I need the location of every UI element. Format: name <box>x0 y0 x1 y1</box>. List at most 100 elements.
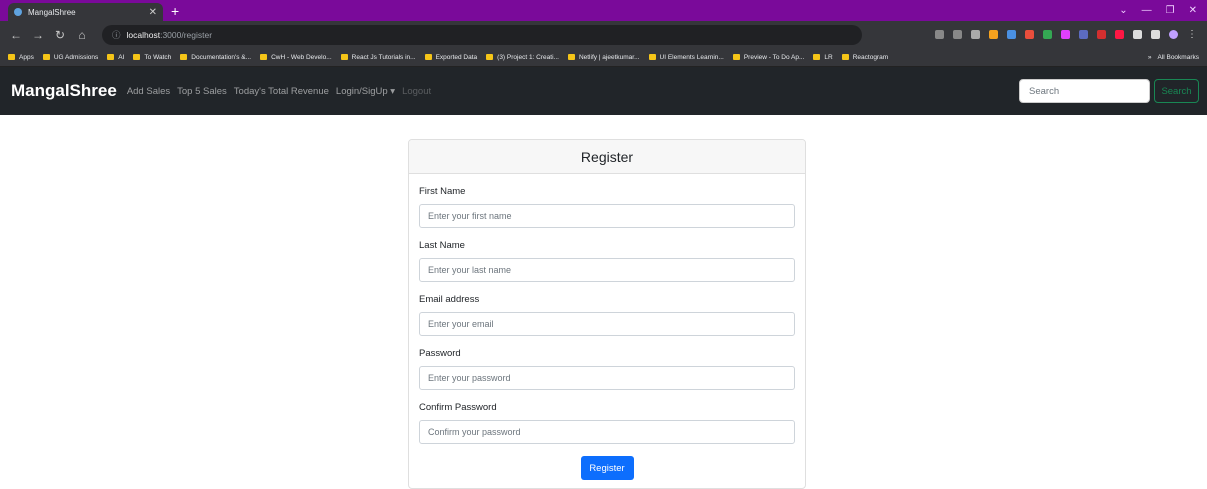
back-icon[interactable]: ← <box>10 28 22 42</box>
extension-icon[interactable] <box>1097 30 1106 39</box>
extension-icon[interactable] <box>1043 30 1052 39</box>
brand-logo[interactable]: MangalShree <box>11 81 117 101</box>
bookmark-folder-icon <box>841 54 849 60</box>
window-controls: ⌄ — ❐ ✕ <box>1119 0 1207 21</box>
bookmark-folder-icon <box>42 54 50 60</box>
nav-link-top-sales[interactable]: Top 5 Sales <box>177 86 227 97</box>
extension-icon[interactable] <box>989 30 998 39</box>
bookmark-item[interactable]: UG Admissions <box>42 53 99 61</box>
install-icon[interactable] <box>935 30 944 39</box>
all-bookmarks-link[interactable]: All Bookmarks <box>1157 54 1199 61</box>
url-field[interactable]: ⓘ localhost:3000/register <box>102 24 862 45</box>
url-host: localhost <box>126 29 161 40</box>
restore-icon[interactable]: ❐ <box>1166 5 1175 16</box>
bookmark-item[interactable]: React Js Tutorials in... <box>340 54 416 61</box>
nav-dropdown-login[interactable]: Login/SigUp ▾ <box>336 86 395 97</box>
site-navbar: MangalShree Add Sales Top 5 Sales Today'… <box>0 67 1207 115</box>
card-title: Register <box>409 140 805 174</box>
new-tab-icon[interactable]: + <box>171 3 179 19</box>
email-field[interactable]: Enter your email <box>419 312 795 336</box>
bookmark-label: Apps <box>19 53 34 61</box>
password-label: Password <box>419 348 461 359</box>
bookmark-item[interactable]: Reactogram <box>841 53 889 61</box>
bookmark-item[interactable]: AI <box>107 54 124 61</box>
home-icon[interactable]: ⌂ <box>76 28 88 42</box>
extensions-puzzle-icon[interactable] <box>1133 30 1142 39</box>
bookmark-label: (3) Project 1: Creati... <box>497 53 559 61</box>
bookmark-label: Reactogram <box>852 53 889 61</box>
site-info-icon[interactable]: ⓘ <box>112 29 121 41</box>
confirm-password-field[interactable]: Confirm your password <box>419 420 795 444</box>
menu-icon[interactable]: ⋮ <box>1187 29 1197 40</box>
bookmark-folder-icon <box>260 54 268 60</box>
first-name-label: First Name <box>419 186 466 197</box>
bookmark-item[interactable]: LR <box>813 53 833 61</box>
bookmark-folder-icon <box>107 54 115 60</box>
bookmark-folder-icon <box>567 54 575 60</box>
extension-icon[interactable] <box>1061 30 1070 39</box>
bookmark-label: Documentation's &... <box>191 53 252 61</box>
bookmark-folder-icon <box>340 54 348 60</box>
bookmark-item[interactable]: Preview - To Do Ap... <box>732 53 805 61</box>
email-label: Email address <box>419 294 480 305</box>
react-favicon-icon <box>14 8 22 16</box>
browser-tab-strip: MangalShree ✕ + ⌄ — ❐ ✕ <box>0 0 1207 21</box>
last-name-label: Last Name <box>419 240 465 251</box>
close-window-icon[interactable]: ✕ <box>1189 5 1197 16</box>
bookmark-item[interactable]: UI Elements Learnin... <box>648 53 724 61</box>
bookmark-folder-icon <box>732 54 740 60</box>
address-bar-row: ← → ↻ ⌂ ⓘ localhost:3000/register ⋮ <box>0 21 1207 48</box>
nav-link-add-sales[interactable]: Add Sales <box>127 86 170 97</box>
bookmark-label: Exported Data <box>435 53 478 61</box>
bookmark-item[interactable]: Apps <box>8 54 34 61</box>
close-tab-icon[interactable]: ✕ <box>149 7 157 18</box>
register-button[interactable]: Register <box>580 456 634 480</box>
forward-icon[interactable]: → <box>32 28 44 42</box>
tab-search-icon[interactable]: ⌄ <box>1119 5 1127 16</box>
extension-icon[interactable] <box>1007 30 1016 39</box>
bookmark-item[interactable]: Exported Data <box>424 53 478 61</box>
bookmark-label: LR <box>824 53 833 61</box>
bookmark-label: UI Elements Learnin... <box>659 53 724 61</box>
bookmark-label: To Watch <box>144 53 172 61</box>
bookmark-folder-icon <box>180 54 188 60</box>
sidebar-icon[interactable] <box>1151 30 1160 39</box>
bookmark-folder-icon <box>486 54 494 60</box>
bookmark-label: Preview - To Do Ap... <box>743 53 805 61</box>
extension-icon[interactable] <box>1079 30 1088 39</box>
password-field[interactable]: Enter your password <box>419 366 795 390</box>
bookmark-item[interactable]: Netlify | ajeetkumar... <box>567 53 640 61</box>
minimize-icon[interactable]: — <box>1142 5 1152 16</box>
nav-link-revenue[interactable]: Today's Total Revenue <box>234 86 329 97</box>
extension-icon[interactable] <box>1115 30 1124 39</box>
extension-icon[interactable] <box>1025 30 1034 39</box>
bookmark-folder-icon <box>648 54 656 60</box>
register-card: Register First Name Enter your first nam… <box>408 139 806 489</box>
register-form: First Name Enter your first name Last Na… <box>409 186 805 480</box>
bookmarks-overflow-icon[interactable]: » <box>1148 54 1152 61</box>
bookmark-item[interactable]: (3) Project 1: Creati... <box>486 54 559 61</box>
bookmark-label: UG Admissions <box>53 53 99 61</box>
bookmark-folder-icon <box>813 54 821 60</box>
bookmark-label: AI <box>118 53 125 61</box>
nav-link-logout[interactable]: Logout <box>402 86 431 97</box>
bookmark-item[interactable]: CwH - Web Develo... <box>260 54 332 61</box>
reload-icon[interactable]: ↻ <box>54 28 66 42</box>
bookmark-star-icon[interactable] <box>971 30 980 39</box>
first-name-field[interactable]: Enter your first name <box>419 204 795 228</box>
profile-avatar-icon[interactable] <box>1169 30 1178 39</box>
last-name-field[interactable]: Enter your last name <box>419 258 795 282</box>
bookmark-folder-icon <box>424 54 432 60</box>
bookmarks-right: » All Bookmarks <box>1148 48 1199 67</box>
search-button[interactable]: Search <box>1154 79 1199 103</box>
bookmark-label: CwH - Web Develo... <box>271 53 332 61</box>
share-icon[interactable] <box>953 30 962 39</box>
bookmark-item[interactable]: To Watch <box>133 54 171 61</box>
bookmark-label: Netlify | ajeetkumar... <box>578 53 640 61</box>
browser-tab[interactable]: MangalShree ✕ <box>8 3 163 21</box>
extensions-area: ⋮ <box>935 21 1197 48</box>
bookmark-folder-icon <box>133 54 141 60</box>
bookmark-folder-icon <box>8 54 15 60</box>
search-input[interactable]: Search <box>1019 79 1150 103</box>
bookmark-item[interactable]: Documentation's &... <box>180 54 251 61</box>
